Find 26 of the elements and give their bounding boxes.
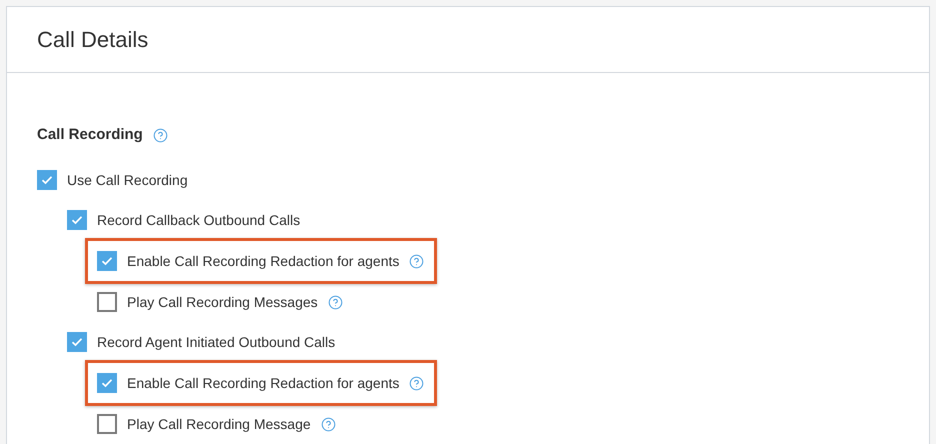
help-icon[interactable] bbox=[409, 254, 424, 268]
option-label: Play Call Recording Messages bbox=[127, 292, 318, 312]
check-icon bbox=[41, 175, 53, 185]
option-label: Record Agent Initiated Outbound Calls bbox=[97, 332, 336, 352]
help-icon[interactable] bbox=[152, 128, 168, 142]
check-icon bbox=[71, 215, 83, 225]
help-icon[interactable] bbox=[328, 294, 343, 310]
checkbox[interactable] bbox=[97, 292, 117, 312]
card-title: Call Details bbox=[37, 26, 148, 54]
help-icon[interactable] bbox=[409, 376, 424, 390]
checkbox[interactable] bbox=[97, 414, 117, 434]
option-label: Enable Call Recording Redaction for agents bbox=[127, 374, 400, 393]
check-icon bbox=[101, 378, 113, 388]
checkbox[interactable] bbox=[37, 170, 57, 190]
option-label: Use Call Recording bbox=[67, 170, 188, 190]
checkbox[interactable] bbox=[67, 210, 87, 230]
option-label: Play Call Recording Message bbox=[127, 414, 311, 434]
checkbox[interactable] bbox=[97, 251, 117, 271]
option-label: Enable Call Recording Redaction for agents bbox=[127, 252, 400, 271]
check-icon bbox=[101, 256, 113, 266]
section-title: Call Recording bbox=[37, 124, 143, 145]
checkbox[interactable] bbox=[67, 332, 87, 352]
check-icon bbox=[71, 337, 83, 347]
help-icon[interactable] bbox=[320, 416, 336, 432]
option-label: Record Callback Outbound Calls bbox=[97, 210, 300, 230]
checkbox[interactable] bbox=[97, 373, 117, 393]
